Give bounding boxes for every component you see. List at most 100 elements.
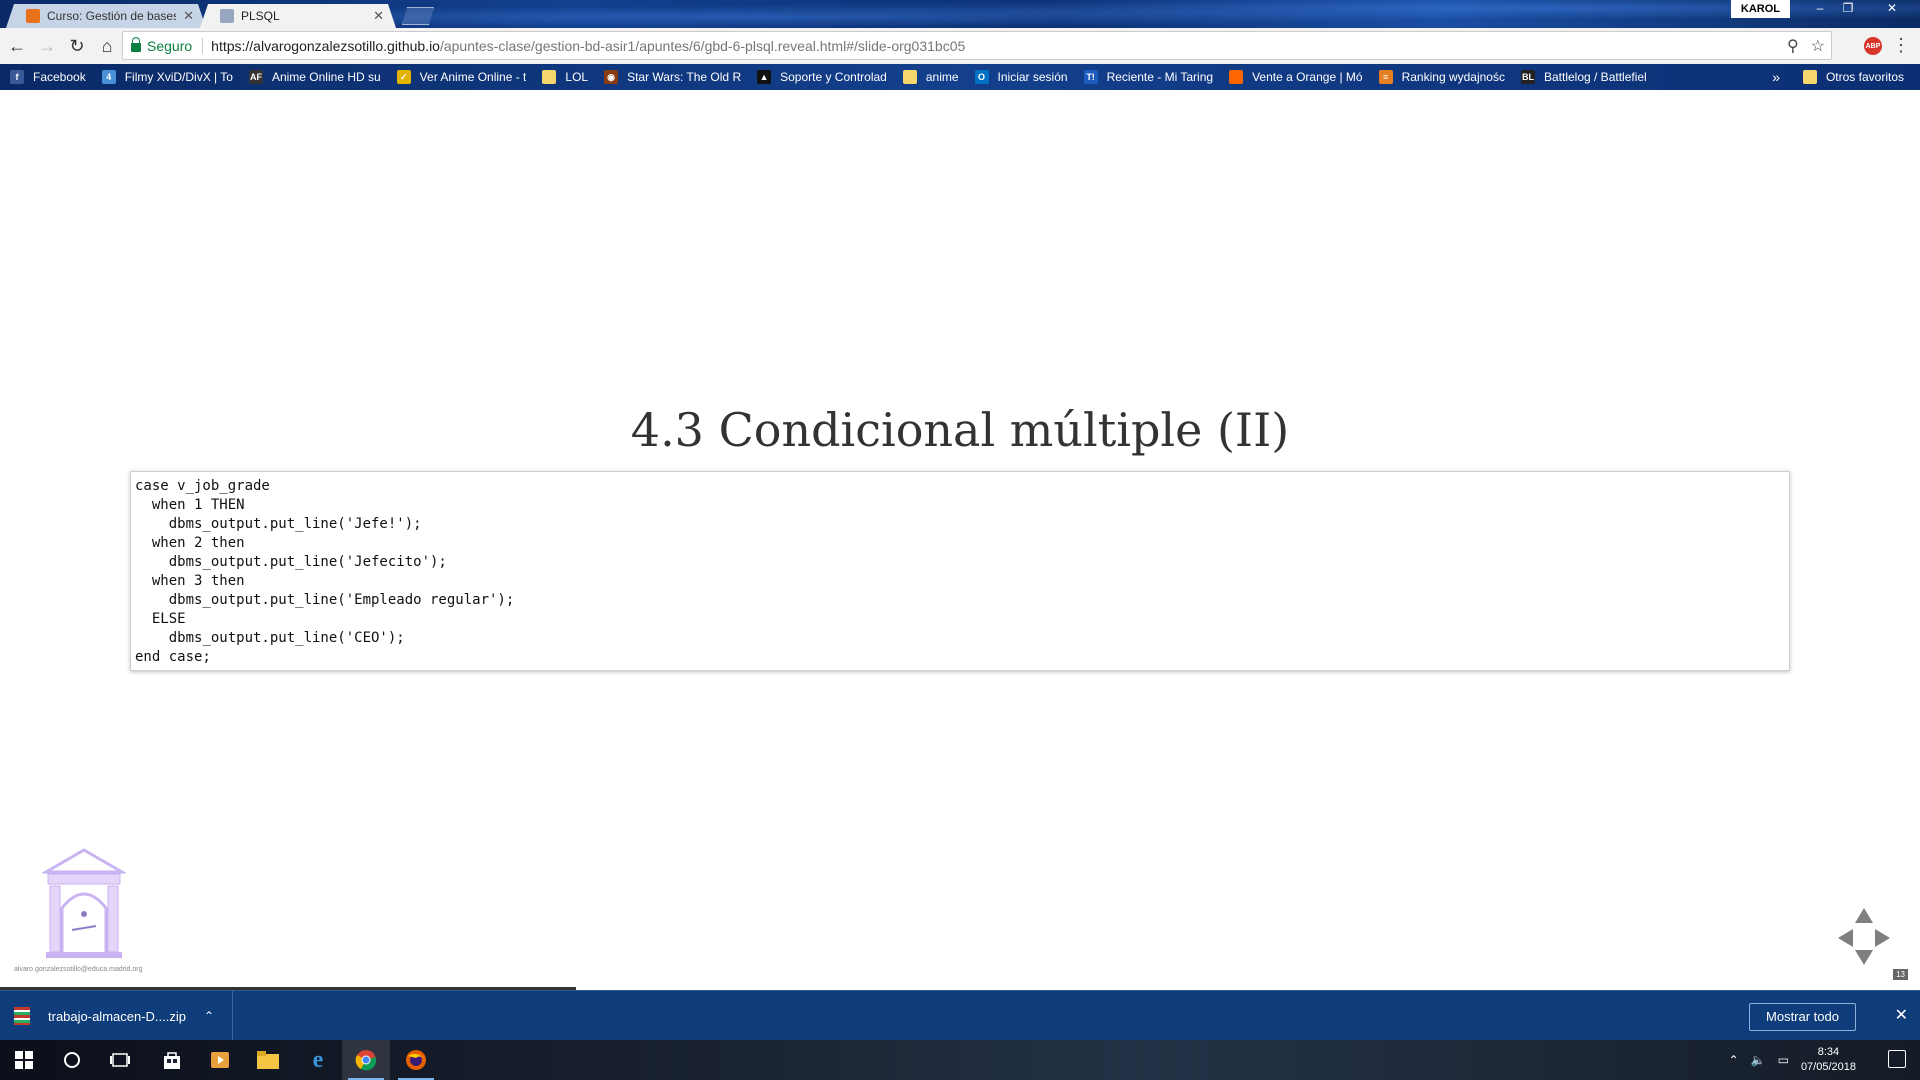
- tab-plsql[interactable]: PLSQL ✕: [200, 4, 396, 28]
- store-icon[interactable]: [148, 1040, 196, 1080]
- bookmark-favicon-icon: T!: [1083, 70, 1098, 84]
- address-bar[interactable]: Seguro https://alvarogonzalezsotillo.git…: [122, 31, 1832, 60]
- tab-close-icon[interactable]: ✕: [183, 8, 194, 24]
- bookmark-item[interactable]: anime: [893, 64, 965, 90]
- back-arrow-icon[interactable]: ←: [4, 33, 30, 59]
- chevron-up-icon[interactable]: ⌃: [204, 1009, 214, 1023]
- bookmark-item[interactable]: 4 Filmy XviD/DivX | To: [92, 64, 239, 90]
- folder-icon: [1802, 70, 1817, 84]
- close-window-button[interactable]: ✕: [1878, 0, 1906, 18]
- clock[interactable]: 8:34 07/05/2018: [1801, 1045, 1856, 1075]
- bookmark-item[interactable]: ✓ Ver Anime Online - t: [387, 64, 533, 90]
- new-tab-button[interactable]: [402, 7, 434, 25]
- slide-title: 4.3 Condicional múltiple (II): [630, 403, 1290, 457]
- download-item[interactable]: trabajo-almacen-D....zip ⌃: [14, 991, 234, 1041]
- close-downloads-icon[interactable]: ✕: [1895, 1005, 1908, 1025]
- adblock-extension-icon[interactable]: ABP: [1864, 37, 1882, 55]
- code-block: case v_job_grade when 1 THEN dbms_output…: [130, 471, 1790, 671]
- windows-start-icon[interactable]: [0, 1040, 48, 1080]
- bookmark-favicon-icon: ◉: [604, 70, 619, 84]
- bookmark-item[interactable]: T! Reciente - Mi Taring: [1074, 64, 1220, 90]
- action-center-icon[interactable]: [1888, 1050, 1906, 1068]
- bookmark-star-icon[interactable]: ☆: [1811, 36, 1825, 56]
- clock-date: 07/05/2018: [1800, 1061, 1856, 1073]
- chrome-browser-icon[interactable]: [342, 1040, 390, 1080]
- bookmark-favicon-icon: 4: [101, 70, 116, 84]
- cortana-search-icon[interactable]: [48, 1040, 96, 1080]
- downloads-bar: trabajo-almacen-D....zip ⌃ Mostrar todo …: [0, 990, 1920, 1041]
- network-icon[interactable]: ▭: [1778, 1053, 1789, 1067]
- bookmark-item[interactable]: ≡ Ranking wydajnośc: [1369, 64, 1511, 90]
- omnibox-actions: ⚲ ☆: [1787, 36, 1825, 56]
- bookmark-label: Soporte y Controlad: [780, 70, 887, 84]
- school-logo-icon: [42, 848, 126, 958]
- bookmark-favicon-icon: AF: [248, 70, 263, 84]
- bookmark-favicon-icon: ▲: [757, 70, 772, 84]
- code-line: when 3 then: [135, 573, 245, 589]
- url-host: https://alvarogonzalezsotillo.github.io: [211, 37, 440, 54]
- navigate-right-icon[interactable]: [1875, 929, 1890, 947]
- tab-label: Curso: Gestión de bases d: [47, 9, 177, 23]
- navigate-left-icon[interactable]: [1838, 929, 1853, 947]
- bookmark-favicon-icon: ≡: [1378, 70, 1393, 84]
- show-all-downloads-button[interactable]: Mostrar todo: [1749, 1003, 1856, 1031]
- bookmark-other-favorites[interactable]: Otros favoritos: [1793, 64, 1910, 90]
- bookmark-label: Anime Online HD su: [271, 70, 381, 84]
- bookmark-item[interactable]: BL Battlelog / Battlefiel: [1511, 64, 1653, 90]
- bookmarks-overflow-chevron-icon[interactable]: »: [1772, 64, 1780, 90]
- zoom-icon[interactable]: ⚲: [1787, 36, 1799, 56]
- bookmark-item[interactable]: ◉ Star Wars: The Old R: [594, 64, 747, 90]
- bookmark-label: anime: [925, 70, 959, 84]
- bookmark-favicon-icon: [1229, 70, 1244, 84]
- lock-icon: [131, 37, 141, 52]
- forward-arrow-icon[interactable]: →: [34, 33, 60, 59]
- bookmark-favicon-icon: [542, 70, 557, 84]
- bookmark-item[interactable]: AF Anime Online HD su: [239, 64, 387, 90]
- minimize-button[interactable]: –: [1806, 0, 1834, 18]
- file-explorer-icon[interactable]: [244, 1040, 292, 1080]
- code-line: end case;: [135, 649, 211, 665]
- bookmark-item[interactable]: f Facebook: [0, 64, 92, 90]
- tab-label: PLSQL: [241, 9, 280, 23]
- task-view-icon[interactable]: [96, 1040, 144, 1080]
- navigate-up-icon[interactable]: [1855, 908, 1873, 923]
- url-path: /apuntes-clase/gestion-bd-asir1/apuntes/…: [439, 37, 966, 54]
- volume-icon[interactable]: 🔈: [1751, 1053, 1766, 1067]
- bookmark-item[interactable]: Vente a Orange | Mó: [1219, 64, 1369, 90]
- home-icon[interactable]: ⌂: [94, 33, 120, 59]
- secure-label: Seguro: [147, 37, 204, 54]
- archive-file-icon: [14, 1007, 30, 1025]
- bookmarks-bar: f Facebook 4 Filmy XviD/DivX | To AF Anime On…: [0, 64, 1920, 90]
- tray-chevron-up-icon[interactable]: ⌃: [1729, 1053, 1739, 1067]
- bookmark-favicon-icon: ✓: [396, 70, 411, 84]
- moodle-favicon-icon: [26, 9, 40, 23]
- media-player-icon[interactable]: [196, 1040, 244, 1080]
- profile-button[interactable]: KAROL: [1730, 0, 1790, 18]
- code-line: when 1 THEN: [135, 497, 245, 513]
- browser-menu-icon[interactable]: ⋮: [1892, 35, 1910, 56]
- bookmark-label: Filmy XviD/DivX | To: [124, 70, 233, 84]
- code-line: dbms_output.put_line('Empleado regular')…: [135, 592, 515, 608]
- bookmark-favicon-icon: O: [974, 70, 989, 84]
- navigate-down-icon[interactable]: [1855, 950, 1873, 965]
- code-line: dbms_output.put_line('CEO');: [135, 630, 405, 646]
- code-line: dbms_output.put_line('Jefecito');: [135, 554, 447, 570]
- bookmark-label: Star Wars: The Old R: [627, 70, 742, 84]
- bookmark-label: Facebook: [33, 70, 86, 84]
- firefox-browser-icon[interactable]: [392, 1040, 440, 1080]
- slide-number: 13: [1893, 969, 1908, 980]
- bookmark-item[interactable]: LOL: [532, 64, 594, 90]
- code-line: when 2 then: [135, 535, 245, 551]
- tab-close-icon[interactable]: ✕: [373, 8, 384, 24]
- tab-curso[interactable]: Curso: Gestión de bases d ✕: [6, 4, 206, 28]
- reload-icon[interactable]: ↻: [64, 33, 90, 59]
- edge-browser-icon[interactable]: e: [294, 1040, 342, 1080]
- restore-button[interactable]: ❐: [1834, 0, 1862, 18]
- bookmark-label: Iniciar sesión: [997, 70, 1068, 84]
- download-filename: trabajo-almacen-D....zip: [48, 1008, 186, 1024]
- bookmark-item[interactable]: ▲ Soporte y Controlad: [747, 64, 893, 90]
- clock-time: 8:34: [1817, 1046, 1840, 1058]
- page-favicon-icon: [220, 9, 234, 23]
- code-line: ELSE: [135, 611, 186, 627]
- bookmark-item[interactable]: O Iniciar sesión: [965, 64, 1074, 90]
